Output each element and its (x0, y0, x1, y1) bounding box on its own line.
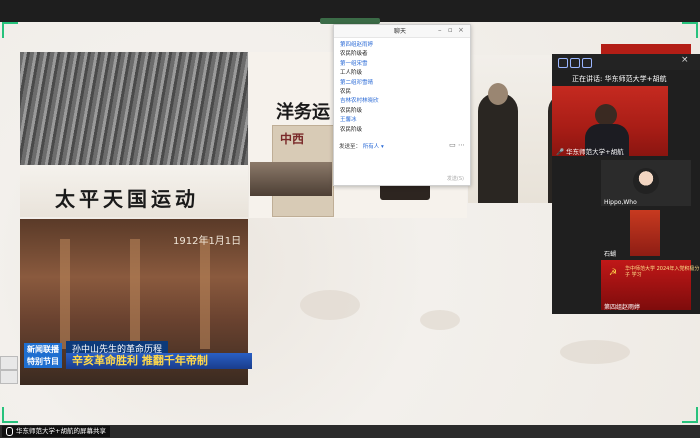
participant-name: 石蝴 (604, 251, 617, 258)
chat-sender: 第二组邓雪晴 (340, 79, 374, 86)
chat-message-list[interactable]: 第四组赵雨婷 农民阶级者 第一组宋雪 工人阶级 第二组邓雪晴 农民 吉林农村林晓… (334, 38, 470, 135)
speaking-indicator: 正在讲话: 华东师范大学+胡航 (572, 75, 667, 83)
chat-window: 聊天 – ▫ × 第四组赵雨婷 农民阶级者 第一组宋雪 工人阶级 第二组邓雪晴 … (333, 24, 471, 186)
chat-sender: 吉林农村林晓欣 (340, 98, 379, 105)
side-button[interactable] (0, 356, 18, 370)
avatar (633, 168, 659, 194)
screen-share-text: 华东师范大学+胡航的屏幕共享 (16, 427, 106, 435)
mic-icon: 🎤 (556, 148, 565, 156)
shared-screen: 太平天国运动 1912年1月1日 新闻联播 特别节目 孙中山先生的革命历程 辛亥… (0, 0, 700, 425)
chat-message: 农民阶级者 (340, 51, 368, 58)
grid-icon[interactable] (582, 58, 592, 68)
chat-sender: 王馨冰 (340, 117, 357, 124)
file-icon[interactable]: ▭ (449, 141, 456, 149)
ink-decoration (560, 340, 630, 364)
chat-toolbar: ▭ ⋯ (449, 141, 465, 149)
chat-message: 农民阶级 (340, 107, 363, 114)
layout-icon[interactable] (558, 58, 568, 68)
speaker-head (595, 104, 617, 126)
taiping-title: 太平天国运动 (55, 187, 199, 211)
share-frame-corner (2, 22, 18, 38)
chat-message: 农民 (340, 88, 352, 95)
maximize-icon[interactable]: ▫ (448, 26, 453, 35)
screen-share-label: 华东师范大学+胡航的屏幕共享 (2, 426, 110, 437)
send-to-label: 发送至： (339, 144, 362, 150)
chat-message: 工人阶级 (340, 70, 363, 77)
participant-name: Hippo,Who (604, 199, 637, 206)
news-headline: 辛亥革命胜利 推翻千年帝制 (66, 353, 252, 369)
group-photo (250, 162, 332, 196)
recipient-dropdown[interactable]: 所有人 ▾ (363, 144, 384, 150)
newspaper-text: 中西 (280, 132, 305, 146)
share-frame-corner (682, 407, 698, 423)
participant-name: 第四组赵雨婷 (604, 304, 641, 311)
xinhai-date: 1912年1月1日 (173, 236, 242, 247)
share-frame-corner (2, 407, 18, 423)
minimize-icon[interactable]: – (438, 26, 442, 35)
tile-banner-text: 华中师范大学 2024年入党积极分子 学习 (625, 266, 700, 278)
yangwu-title: 洋务运 (276, 102, 330, 123)
speaker-name-text: 华东师范大学+胡航 (566, 148, 624, 156)
news-tag-special: 特别节目 (24, 355, 62, 368)
send-to-row: 发送至： 所有人 ▾ (339, 142, 384, 150)
close-icon[interactable]: × (458, 26, 464, 35)
close-icon[interactable]: × (681, 55, 689, 65)
image-detail (60, 239, 70, 349)
figure-head (488, 83, 508, 105)
mic-icon (6, 426, 13, 436)
send-button[interactable]: 发送(S) (447, 175, 464, 182)
share-frame-corner (682, 22, 698, 38)
side-button[interactable] (0, 370, 18, 384)
figure (478, 93, 518, 203)
chat-titlebar[interactable]: 聊天 – ▫ × (334, 25, 470, 38)
chat-message: 农民阶级 (340, 126, 363, 133)
ink-decoration (300, 290, 360, 320)
speaker-name: 🎤 华东师范大学+胡航 (556, 146, 624, 156)
chat-sender: 第四组赵雨婷 (340, 42, 374, 48)
image-detail (130, 239, 140, 349)
ink-decoration (420, 310, 460, 330)
chat-sender: 第一组宋雪 (340, 60, 368, 67)
chat-title: 聊天 (394, 28, 407, 35)
more-icon[interactable]: ⋯ (458, 141, 465, 149)
participant-tile[interactable] (630, 210, 660, 256)
chat-input[interactable] (337, 151, 465, 177)
party-emblem-icon: ☭ (609, 268, 618, 278)
image-detail (200, 239, 210, 349)
view-icon[interactable] (570, 58, 580, 68)
